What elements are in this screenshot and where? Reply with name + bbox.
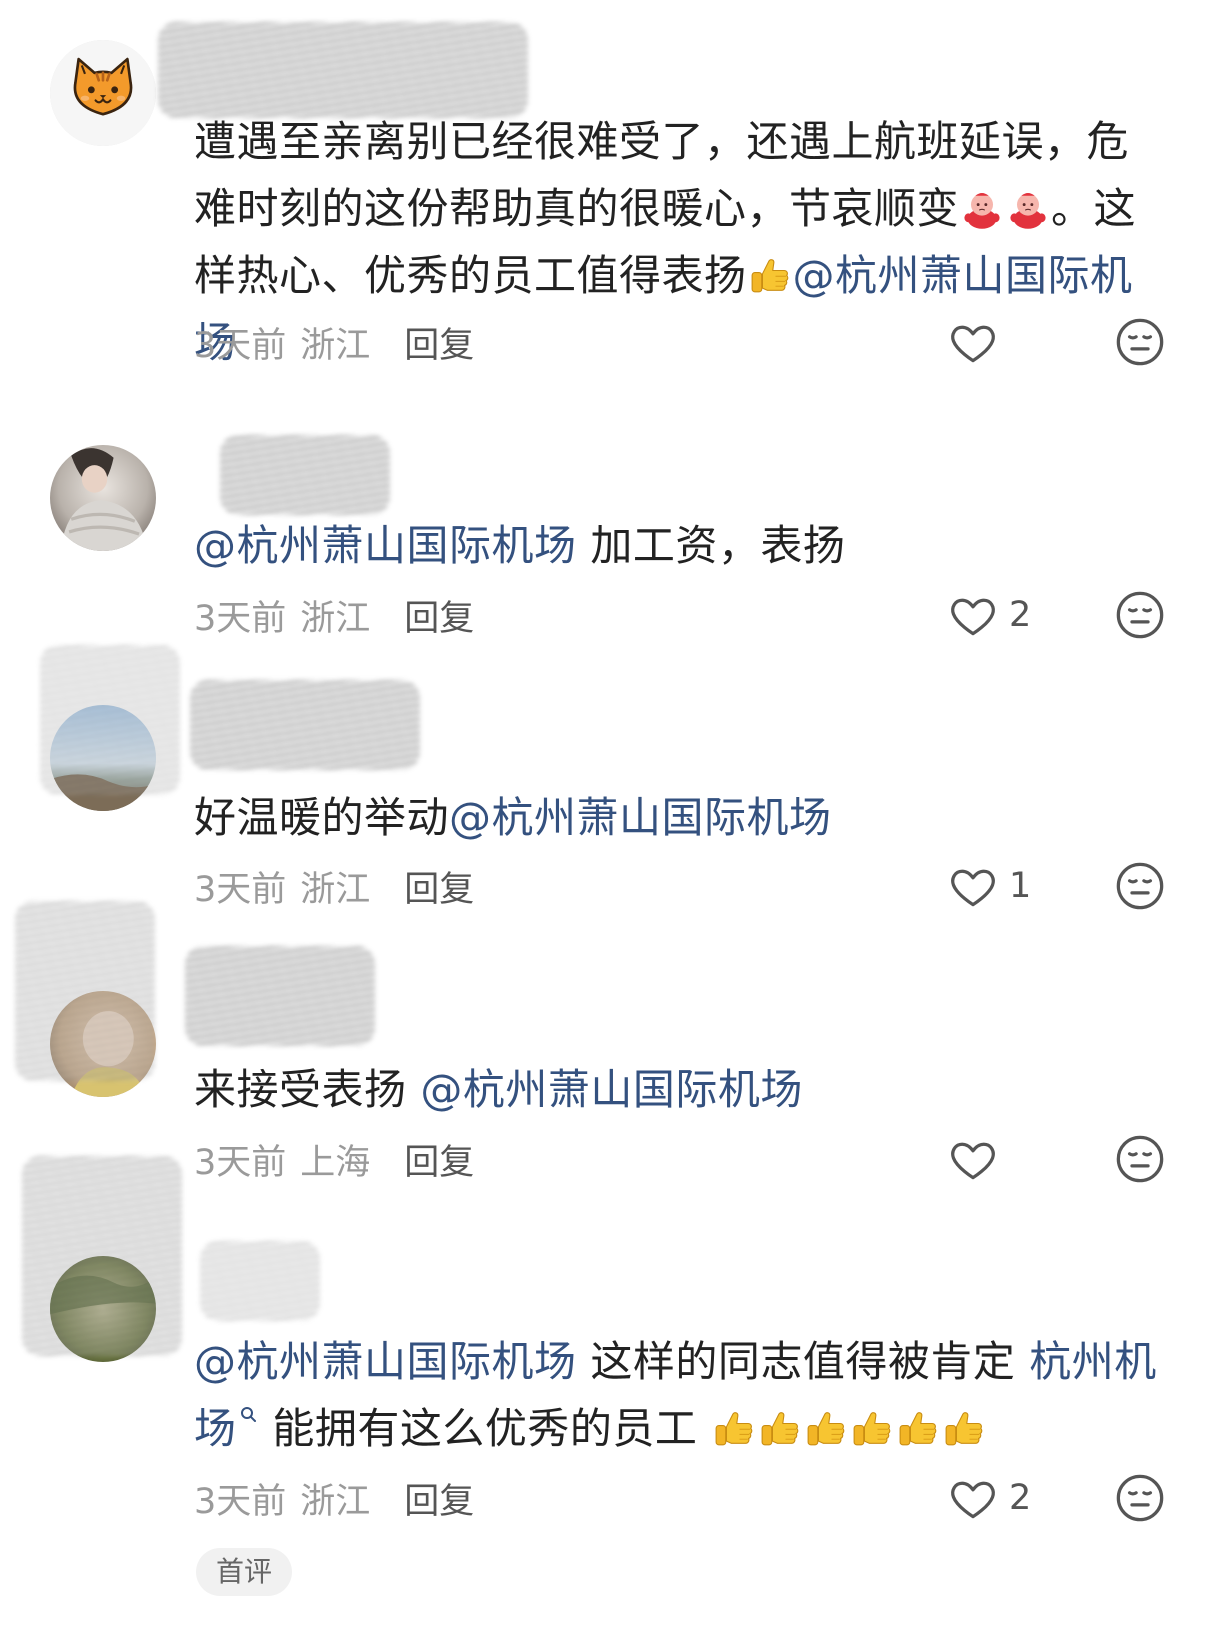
comment-location: 上海 (300, 1142, 371, 1183)
redaction-scribble (190, 680, 420, 770)
mention-link[interactable]: @杭州萧山国际机场 (449, 793, 832, 842)
comment-text: 好温暖的举动@杭州萧山国际机场 (194, 784, 1166, 851)
dislike-face-icon (1114, 589, 1166, 641)
comment-meta: 3天前 浙江 回复 (194, 861, 474, 911)
like-button[interactable]: 2 (947, 590, 1031, 640)
mention-link[interactable]: @杭州萧山国际机场 (420, 1065, 803, 1114)
comment-time: 3天前 (194, 598, 287, 639)
avatar[interactable] (50, 445, 156, 551)
comment-time: 3天前 (194, 1481, 287, 1522)
comment-text-part: 好温暖的举动 (194, 793, 450, 842)
dislike-button[interactable] (1114, 590, 1166, 640)
avatar[interactable] (50, 40, 156, 146)
heart-outline-icon (947, 1133, 999, 1185)
cat-face-icon (50, 40, 156, 146)
like-button[interactable]: 1 (947, 861, 1031, 911)
redaction-scribble (22, 1156, 182, 1356)
redaction-scribble (185, 946, 375, 1046)
thumbs-up-emoji (758, 1407, 802, 1451)
comment-meta: 3天前 上海 回复 (194, 1134, 474, 1184)
dislike-button[interactable] (1114, 317, 1166, 367)
comment-text-part: 能拥有这么优秀的员工 (258, 1404, 712, 1453)
thumbs-up-emoji (748, 254, 792, 298)
thumbs-up-emoji (804, 1407, 848, 1451)
comment-text-part: 来接受表扬 (194, 1065, 421, 1114)
sad-blob-emoji (1006, 187, 1050, 231)
comment-text: @杭州萧山国际机场 加工资，表扬 (194, 512, 1166, 579)
redaction-scribble (200, 1241, 320, 1321)
photo-avatar (50, 445, 156, 551)
comment-text: 来接受表扬 @杭州萧山国际机场 (194, 1056, 1166, 1123)
redaction-scribble (158, 22, 528, 118)
reply-button[interactable]: 回复 (404, 861, 474, 912)
comment-location: 浙江 (300, 325, 371, 366)
comment-time: 3天前 (194, 1142, 287, 1183)
like-count: 1 (1009, 866, 1032, 906)
comment-time: 3天前 (194, 325, 287, 366)
redaction-scribble (15, 901, 155, 1081)
thumbs-up-emoji (896, 1407, 940, 1451)
dislike-button[interactable] (1114, 1134, 1166, 1184)
thumbs-up-emoji (712, 1407, 756, 1451)
comment-location: 浙江 (300, 869, 371, 910)
redaction-scribble (220, 435, 390, 515)
dislike-face-icon (1114, 1472, 1166, 1524)
comment-text-part: 这样的同志值得被肯定 (576, 1337, 1030, 1386)
reply-button[interactable]: 回复 (404, 1134, 474, 1185)
sad-blob-emoji (960, 187, 1004, 231)
comment-meta: 3天前 浙江 回复 (194, 1473, 474, 1523)
heart-outline-icon (947, 589, 999, 641)
comment-time: 3天前 (194, 869, 287, 910)
dislike-face-icon (1114, 860, 1166, 912)
comment-text: @杭州萧山国际机场 这样的同志值得被肯定 杭州机场 能拥有这么优秀的员工 (194, 1328, 1166, 1462)
comment-meta: 3天前 浙江 回复 (194, 317, 474, 367)
comment-meta: 3天前 浙江 回复 (194, 590, 474, 640)
like-button[interactable] (947, 317, 999, 367)
reply-button[interactable]: 回复 (404, 1473, 474, 1524)
dislike-button[interactable] (1114, 1473, 1166, 1523)
like-count: 2 (1009, 1478, 1032, 1518)
comment-location: 浙江 (300, 1481, 371, 1522)
dislike-face-icon (1114, 1133, 1166, 1185)
search-icon (239, 1405, 259, 1425)
like-button[interactable] (947, 1134, 999, 1184)
first-comment-badge: 首评 (196, 1548, 293, 1596)
comment-text-part: 加工资，表扬 (576, 521, 846, 570)
like-button[interactable]: 2 (947, 1473, 1031, 1523)
like-count: 2 (1009, 595, 1032, 635)
dislike-button[interactable] (1114, 861, 1166, 911)
thumbs-up-emoji (850, 1407, 894, 1451)
heart-outline-icon (947, 316, 999, 368)
thumbs-up-emoji (942, 1407, 986, 1451)
heart-outline-icon (947, 860, 999, 912)
comment-location: 浙江 (300, 598, 371, 639)
redaction-scribble (40, 645, 180, 795)
heart-outline-icon (947, 1472, 999, 1524)
reply-button[interactable]: 回复 (404, 590, 474, 641)
mention-link[interactable]: @杭州萧山国际机场 (194, 521, 577, 570)
dislike-face-icon (1114, 316, 1166, 368)
reply-button[interactable]: 回复 (404, 317, 474, 368)
mention-link[interactable]: @杭州萧山国际机场 (194, 1337, 577, 1386)
